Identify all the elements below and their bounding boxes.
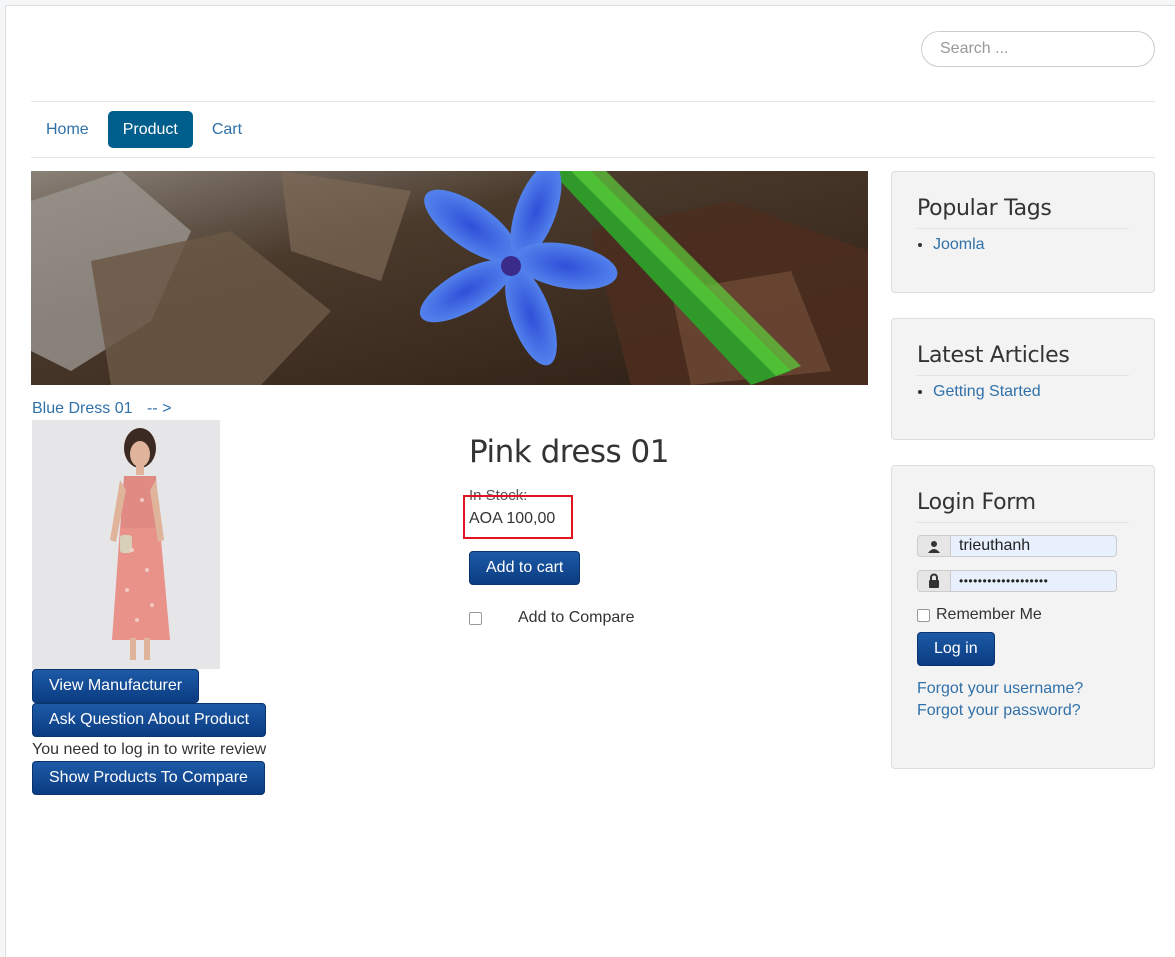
popular-tags-title: Popular Tags bbox=[917, 196, 1052, 221]
page-container: Home Product Cart bbox=[5, 5, 1175, 957]
list-item: Getting Started bbox=[933, 383, 1041, 401]
view-manufacturer-button[interactable]: View Manufacturer bbox=[32, 669, 200, 703]
popular-tags-module: Popular Tags Joomla bbox=[891, 171, 1155, 293]
search-input[interactable] bbox=[921, 31, 1155, 67]
nav-item-product[interactable]: Product bbox=[107, 111, 193, 148]
lock-icon bbox=[917, 570, 951, 592]
banner-image bbox=[31, 171, 868, 385]
module-divider bbox=[917, 228, 1129, 229]
username-field-group: trieuthanh bbox=[917, 535, 1117, 557]
nav-divider-bottom bbox=[31, 157, 1155, 158]
latest-articles-title: Latest Articles bbox=[917, 343, 1070, 368]
login-form-title: Login Form bbox=[917, 490, 1036, 515]
forgot-password-link[interactable]: Forgot your password? bbox=[917, 702, 1081, 720]
product-title: Pink dress 01 bbox=[469, 434, 670, 470]
show-compare-button[interactable]: Show Products To Compare bbox=[32, 761, 265, 795]
forgot-username-link[interactable]: Forgot your username? bbox=[917, 680, 1083, 698]
tags-list: Joomla bbox=[933, 236, 985, 254]
remember-me-checkbox[interactable] bbox=[917, 608, 930, 622]
main-nav: Home Product Cart bbox=[31, 111, 257, 148]
next-product-link[interactable]: -- > bbox=[147, 400, 171, 418]
tag-link-joomla[interactable]: Joomla bbox=[933, 236, 985, 253]
nav-divider-top bbox=[31, 101, 1155, 102]
remember-me-label: Remember Me bbox=[936, 606, 1042, 623]
list-item: Joomla bbox=[933, 236, 985, 254]
latest-articles-module: Latest Articles Getting Started bbox=[891, 318, 1155, 440]
module-divider bbox=[917, 375, 1129, 376]
article-link-getting-started[interactable]: Getting Started bbox=[933, 383, 1041, 400]
module-divider bbox=[917, 522, 1129, 523]
add-to-compare-checkbox[interactable] bbox=[469, 612, 482, 625]
password-field[interactable]: ••••••••••••••••••• bbox=[951, 570, 1117, 592]
login-form-module: Login Form trieuthanh ••••••••••••••••••… bbox=[891, 465, 1155, 769]
product-image[interactable] bbox=[32, 420, 220, 669]
price-highlight-box bbox=[463, 495, 573, 539]
nav-item-home[interactable]: Home bbox=[31, 111, 104, 148]
password-field-group: ••••••••••••••••••• bbox=[917, 570, 1117, 592]
review-login-notice: You need to log in to write review bbox=[32, 741, 267, 758]
add-to-cart-button[interactable]: Add to cart bbox=[469, 551, 581, 585]
previous-product-link[interactable]: Blue Dress 01 bbox=[32, 400, 133, 418]
articles-list: Getting Started bbox=[933, 383, 1041, 401]
ask-question-button[interactable]: Ask Question About Product bbox=[32, 703, 267, 737]
remember-me-row: Remember Me bbox=[917, 606, 1042, 624]
add-to-compare-label: Add to Compare bbox=[518, 609, 635, 626]
login-button[interactable]: Log in bbox=[917, 632, 995, 666]
username-field[interactable]: trieuthanh bbox=[951, 535, 1117, 557]
user-icon bbox=[917, 535, 951, 557]
nav-item-cart[interactable]: Cart bbox=[197, 111, 257, 148]
